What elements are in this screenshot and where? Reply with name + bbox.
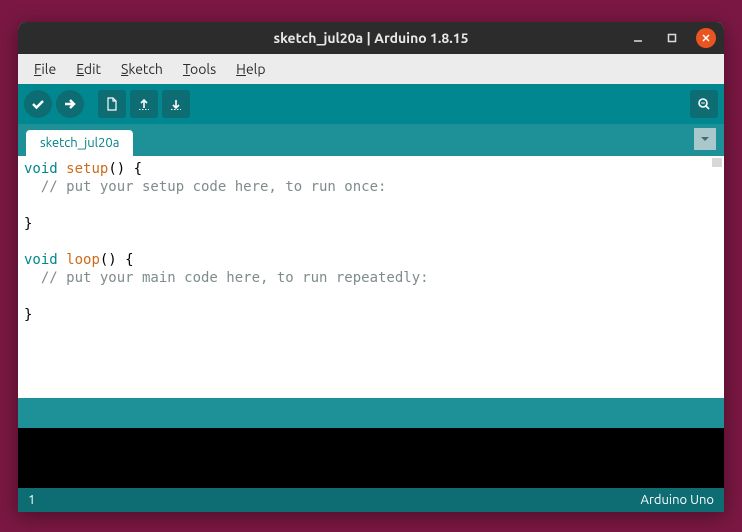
menu-tools[interactable]: Tools — [175, 57, 224, 81]
menubar: File Edit Sketch Tools Help — [18, 54, 724, 84]
close-icon — [701, 33, 711, 43]
menu-help[interactable]: Help — [228, 57, 273, 81]
tab-sketch[interactable]: sketch_jul20a — [26, 130, 133, 156]
upload-button[interactable] — [56, 90, 84, 118]
arrow-down-icon — [168, 96, 184, 112]
menu-sketch[interactable]: Sketch — [113, 57, 171, 81]
code-kw: void — [24, 161, 58, 177]
titlebar: sketch_jul20a | Arduino 1.8.15 — [18, 22, 724, 54]
open-button[interactable] — [130, 90, 158, 118]
code-comment: // put your setup code here, to run once… — [24, 179, 386, 195]
new-button[interactable] — [98, 90, 126, 118]
editor-scrollbar[interactable] — [712, 158, 722, 167]
serial-monitor-button[interactable] — [690, 90, 718, 118]
code-editor[interactable]: void setup() { // put your setup code he… — [18, 156, 724, 398]
code-fn: loop — [66, 252, 100, 268]
toolbar — [18, 84, 724, 124]
window-controls — [628, 28, 716, 48]
board-label: Arduino Uno — [641, 493, 714, 507]
code-comment: // put your main code here, to run repea… — [24, 270, 429, 286]
code-fn: setup — [66, 161, 108, 177]
status-strip — [18, 398, 724, 428]
close-button[interactable] — [696, 28, 716, 48]
window-title: sketch_jul20a | Arduino 1.8.15 — [274, 30, 469, 46]
maximize-button[interactable] — [662, 28, 682, 48]
chevron-down-icon — [699, 133, 711, 145]
verify-button[interactable] — [24, 90, 52, 118]
footer: 1 Arduino Uno — [18, 488, 724, 512]
minimize-button[interactable] — [628, 28, 648, 48]
line-number: 1 — [28, 493, 35, 507]
tab-menu-button[interactable] — [694, 128, 716, 150]
file-icon — [104, 96, 120, 112]
check-icon — [30, 96, 46, 112]
save-button[interactable] — [162, 90, 190, 118]
menu-edit[interactable]: Edit — [68, 57, 109, 81]
arrow-right-icon — [62, 96, 78, 112]
code-kw: void — [24, 252, 58, 268]
arrow-up-icon — [136, 96, 152, 112]
app-window: sketch_jul20a | Arduino 1.8.15 File Edit… — [18, 22, 724, 512]
console-output[interactable] — [18, 428, 724, 488]
menu-file[interactable]: File — [26, 57, 64, 81]
tab-strip: sketch_jul20a — [18, 124, 724, 156]
minimize-icon — [633, 33, 643, 43]
maximize-icon — [667, 33, 677, 43]
serial-monitor-icon — [696, 96, 712, 112]
